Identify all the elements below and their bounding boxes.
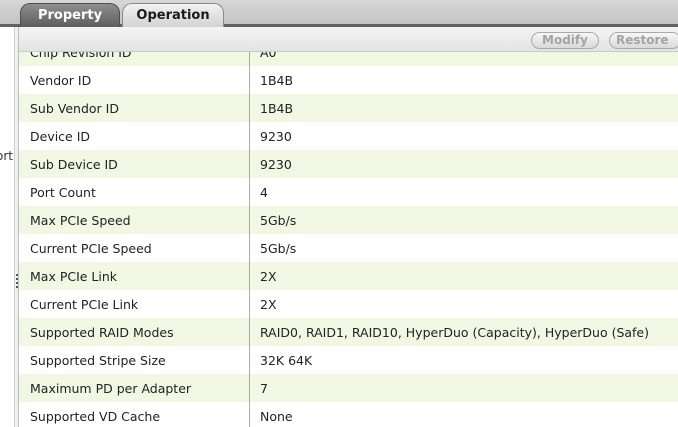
table-row: Sub Device ID 9230 [19, 150, 678, 178]
table-row: Supported Stripe Size 32K 64K [19, 346, 678, 374]
tab-bar: Property Operation [0, 0, 678, 27]
property-value: 2X [260, 268, 277, 284]
modify-button[interactable]: Modify [531, 32, 599, 49]
property-value: 1B4B [260, 72, 294, 88]
property-key: Supported RAID Modes [30, 324, 174, 340]
splitter-grip-icon[interactable] [16, 274, 18, 290]
table-row: Device ID 9230 [19, 122, 678, 150]
left-pane-cut-label[interactable]: ort [0, 149, 13, 163]
property-value: 9230 [260, 156, 292, 172]
property-key: Sub Device ID [30, 156, 118, 172]
property-value: RAID0, RAID1, RAID10, HyperDuo (Capacity… [260, 324, 650, 340]
property-value: 5Gb/s [260, 240, 297, 256]
tab-property[interactable]: Property [20, 3, 120, 27]
property-key: Vendor ID [30, 72, 92, 88]
property-value: 32K 64K [260, 352, 313, 368]
property-key: Port Count [30, 184, 96, 200]
table-row: Current PCIe Speed 5Gb/s [19, 234, 678, 262]
left-pane: ort [0, 0, 14, 427]
table-row: Vendor ID 1B4B [19, 66, 678, 94]
tab-operation[interactable]: Operation [122, 3, 224, 27]
property-key: Maximum PD per Adapter [30, 380, 192, 396]
property-value: None [260, 408, 293, 424]
restore-button[interactable]: Restore [609, 32, 678, 49]
property-value: 4 [260, 184, 268, 200]
property-key: Device ID [30, 128, 91, 144]
property-key: Max PCIe Speed [30, 212, 131, 228]
table-row: Max PCIe Speed 5Gb/s [19, 206, 678, 234]
table-row: Supported VD Cache None [19, 402, 678, 427]
property-key: Max PCIe Link [30, 268, 118, 284]
property-table: Chip Revision ID A0 Vendor ID 1B4B Sub V… [19, 38, 678, 427]
property-toolbar: Modify Restore [19, 27, 678, 52]
table-row: Current PCIe Link 2X [19, 290, 678, 318]
property-value: 1B4B [260, 100, 294, 116]
raid-manager-window: ort Property Operation Modify Restore Ch… [0, 0, 678, 427]
table-row: Maximum PD per Adapter 7 [19, 374, 678, 402]
column-divider [249, 27, 250, 427]
property-key: Supported Stripe Size [30, 352, 166, 368]
table-row: Max PCIe Link 2X [19, 262, 678, 290]
property-value: 7 [260, 380, 268, 396]
property-value: 9230 [260, 128, 292, 144]
property-key: Sub Vendor ID [30, 100, 119, 116]
property-key: Current PCIe Speed [30, 240, 152, 256]
table-row: Port Count 4 [19, 178, 678, 206]
property-key: Supported VD Cache [30, 408, 161, 424]
property-value: 2X [260, 296, 277, 312]
property-value: 5Gb/s [260, 212, 297, 228]
table-row: Sub Vendor ID 1B4B [19, 94, 678, 122]
property-key: Current PCIe Link [30, 296, 139, 312]
table-row: Supported RAID Modes RAID0, RAID1, RAID1… [19, 318, 678, 346]
property-panel: Modify Restore Chip Revision ID A0 Vendo… [19, 27, 678, 427]
